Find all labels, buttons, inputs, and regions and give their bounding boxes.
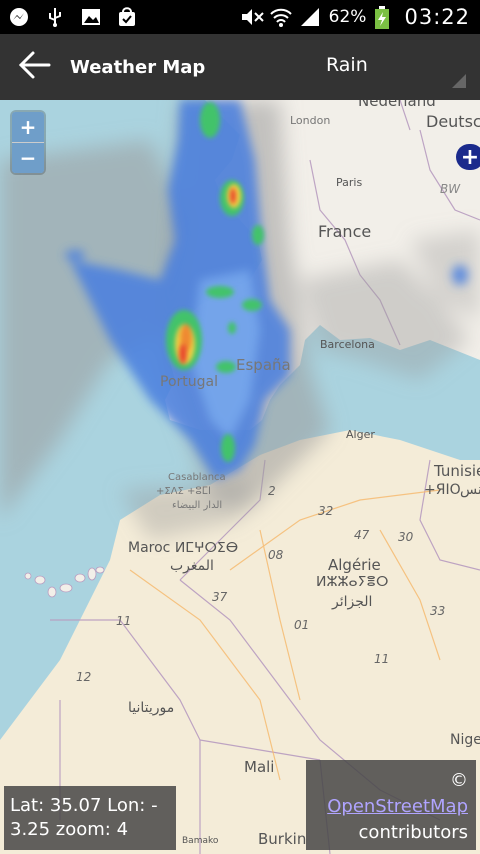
back-button[interactable] [0,34,70,100]
map-attribution: © OpenStreetMap contributors [306,760,476,850]
openstreetmap-link[interactable]: OpenStreetMap [327,796,468,817]
action-bar: Weather Map Rain [0,34,480,100]
coordinate-readout: Lat: 35.07 Lon: - 3.25 zoom: 4 [4,786,176,850]
image-icon [80,6,102,28]
attribution-suffix: contributors [358,822,468,843]
battery-percent: 62% [328,7,367,27]
spinner-triangle-icon [452,74,466,88]
layer-selected-label: Rain [326,54,368,76]
zoom-in-button[interactable]: + [12,112,44,143]
layer-spinner[interactable]: Rain [300,34,472,100]
map-canvas[interactable] [0,100,480,854]
signal-icon [299,6,321,28]
shopping-bag-icon [116,6,138,28]
zoom-control: + − [12,112,44,173]
wifi-icon [269,6,292,28]
attribution-copyright: © [450,770,468,791]
usb-icon [44,6,66,28]
battery-charging-icon [374,6,396,29]
clock: 03:22 [404,5,470,29]
page-title: Weather Map [70,56,206,78]
weather-map[interactable]: Nederland Deutsch London Paris BW France… [0,100,480,854]
coord-line-1: Lat: 35.07 Lon: - [10,795,158,816]
back-arrow-icon [18,50,52,84]
zoom-out-button[interactable]: − [12,143,44,173]
messenger-icon [8,6,30,28]
map-plus-badge[interactable]: + [456,144,480,170]
mute-icon [239,6,264,28]
coord-line-2: 3.25 zoom: 4 [10,819,129,840]
status-bar: 62% 03:22 [0,0,480,34]
